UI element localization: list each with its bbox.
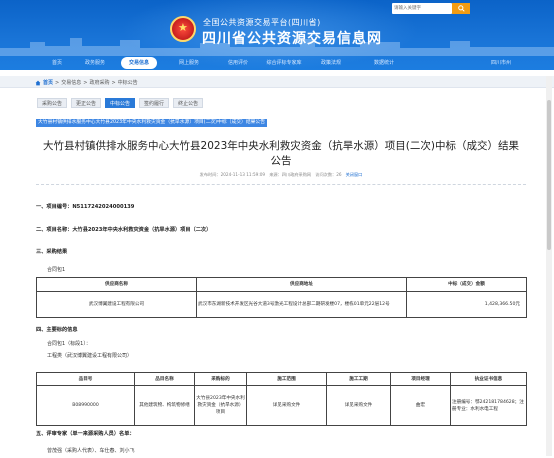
th-item-code: 品目号 [36, 372, 135, 386]
article-meta: 发布时间：2024-11-13 11:59:09 来源：四川政府采购网 访问次数… [36, 172, 526, 178]
home-icon [35, 80, 41, 85]
package-segment-label: 合同包1（标段1）： [47, 341, 91, 347]
site-subtitle: 全国公共资源交易平台(四川省) [203, 18, 321, 27]
cell-item-code: B08990000 [36, 385, 135, 426]
section-project-number: 一、项目编号：N5117242024000139 [36, 204, 135, 210]
cell-cert: 注册编号：鄂242181784628；注册专业：水利水电工程 [450, 385, 527, 426]
site-title: 四川省公共资源交易信息网 [202, 31, 382, 47]
detail-table: 品目号 品目名称 采购标的 施工范围 施工工期 项目经理 执业证书信息 B089… [36, 372, 527, 426]
breadcrumb-item-award[interactable]: 中标公告 [118, 79, 138, 86]
nav-item-credit[interactable]: 信用评价 [221, 56, 255, 70]
article-title: 大竹县村镇供排水服务中心大竹县2023年中央水利救灾资金（抗旱水源）项目(二次)… [36, 139, 526, 169]
table-row: 武汉博翼建设工程有限公司 武汉市东湖新技术开发区光谷大道3号激光工程设计总部二期… [36, 291, 527, 318]
cell-manager: 曲宏 [390, 385, 451, 426]
breadcrumb-sep: > [83, 79, 88, 86]
nav-item-gov-service[interactable]: 政务服务 [78, 56, 112, 70]
cell-item-name: 其他建筑物、构筑物修缮 [134, 385, 195, 426]
breadcrumb-sep: > [55, 79, 60, 86]
tab-contract[interactable]: 签约履行 [139, 98, 170, 108]
cell-scope: 详见采购文件 [246, 385, 327, 426]
cell-award-amount: 1,428,366.50元 [406, 291, 527, 318]
nav-item-trade-info[interactable]: 交易信息 [121, 57, 157, 69]
table-header-row: 供应商名称 供应商地址 中标（成交）金额 [36, 277, 527, 292]
selected-title-text[interactable]: 大竹县村镇供排水服务中心大竹县2023年中央水利救灾资金（抗旱水源）项目(二次)… [36, 119, 268, 127]
result-table: 供应商名称 供应商地址 中标（成交）金额 武汉博翼建设工程有限公司 武汉市东湖新… [36, 277, 527, 318]
tab-termination[interactable]: 终止公告 [173, 98, 204, 108]
divider [36, 184, 526, 185]
cell-target: 大竹县2023年中央水利救灾资金（抗旱水源）项目 [194, 385, 247, 426]
th-item-name: 品目名称 [134, 372, 195, 386]
table-row: B08990000 其他建筑物、构筑物修缮 大竹县2023年中央水利救灾资金（抗… [36, 385, 527, 426]
breadcrumb-item-trade[interactable]: 交易信息 [61, 79, 81, 86]
section-main-target: 四、主要标的信息 [36, 327, 78, 333]
th-period: 施工工期 [326, 372, 391, 386]
breadcrumb-home[interactable]: 首页 [43, 79, 53, 86]
cell-period: 详见采购文件 [326, 385, 391, 426]
meta-info: 发布时间：2024-11-13 11:59:09 来源：四川政府采购网 访问次数… [199, 172, 342, 177]
th-supplier-address: 供应商地址 [196, 277, 407, 292]
emblem-icon [170, 16, 196, 42]
search-box [392, 3, 452, 14]
section-result-heading: 三、采购结果 [36, 249, 68, 255]
nav-item-policy[interactable]: 政策法规 [314, 56, 348, 70]
section-project-name: 二、项目名称：大竹县2023年中央水利救灾资金（抗旱水源）项目（二次） [36, 227, 212, 233]
article-title-line1: 大竹县村镇供排水服务中心大竹县2023年中央水利救灾资金（抗旱水源）项目(二次)… [43, 140, 519, 152]
th-target: 采购标的 [194, 372, 247, 386]
cell-supplier-address: 武汉市东湖新技术开发区光谷大道3号激光工程设计总部二期研发楼07，楼栋01单元2… [196, 291, 407, 318]
close-window-link[interactable]: 关闭窗口 [346, 172, 363, 177]
th-supplier-name: 供应商名称 [36, 277, 197, 292]
th-manager: 项目经理 [390, 372, 451, 386]
nav-item-expert-db[interactable]: 综合评标专家库 [258, 56, 310, 70]
th-scope: 施工范围 [246, 372, 327, 386]
tab-purchase-notice[interactable]: 采购公告 [37, 98, 68, 108]
breadcrumb: 首页 > 交易信息 > 政府采购 > 中标公告 [0, 76, 554, 88]
notice-tabs: 采购公告 更正公告 中标公告 签约履行 终止公告 [37, 98, 204, 108]
cell-supplier-name: 武汉博翼建设工程有限公司 [36, 291, 197, 318]
breadcrumb-item-gov-purchase[interactable]: 政府采购 [89, 79, 109, 86]
package-label: 合同包1 [47, 267, 66, 273]
th-cert: 执业证书信息 [450, 372, 527, 386]
article-title-line2: 公告 [270, 155, 292, 167]
nav-item-online-service[interactable]: 网上服务 [172, 56, 206, 70]
site-header: 全国公共资源交易平台(四川省) 四川省公共资源交易信息网 首页 政务服务 交易信… [0, 0, 554, 70]
nav-item-cities[interactable]: 四川市州 [481, 56, 521, 70]
table-header-row: 品目号 品目名称 采购标的 施工范围 施工工期 项目经理 执业证书信息 [36, 372, 527, 386]
search-icon [457, 5, 465, 12]
search-button[interactable] [452, 3, 470, 14]
nav-item-home[interactable]: 首页 [42, 56, 72, 70]
section-experts: 五、评审专家（单一来源采购人员）名单： [36, 431, 135, 437]
breadcrumb-sep: > [111, 79, 116, 86]
scrollbar-thumb[interactable] [547, 100, 551, 250]
th-award-amount: 中标（成交）金额 [406, 277, 527, 292]
tab-correction-notice[interactable]: 更正公告 [71, 98, 102, 108]
search-input[interactable] [392, 3, 450, 14]
main-nav: 首页 政务服务 交易信息 网上服务 信用评价 综合评标专家库 政策法规 数据统计… [0, 56, 554, 70]
expert-names: 曾茂强（采购人代表）、车仕春、刘小飞 [47, 448, 135, 454]
nav-item-stats[interactable]: 数据统计 [367, 56, 401, 70]
project-type-label: 工程类（武汉博翼建设工程有限公司） [47, 353, 133, 359]
tab-award-notice[interactable]: 中标公告 [105, 98, 136, 108]
